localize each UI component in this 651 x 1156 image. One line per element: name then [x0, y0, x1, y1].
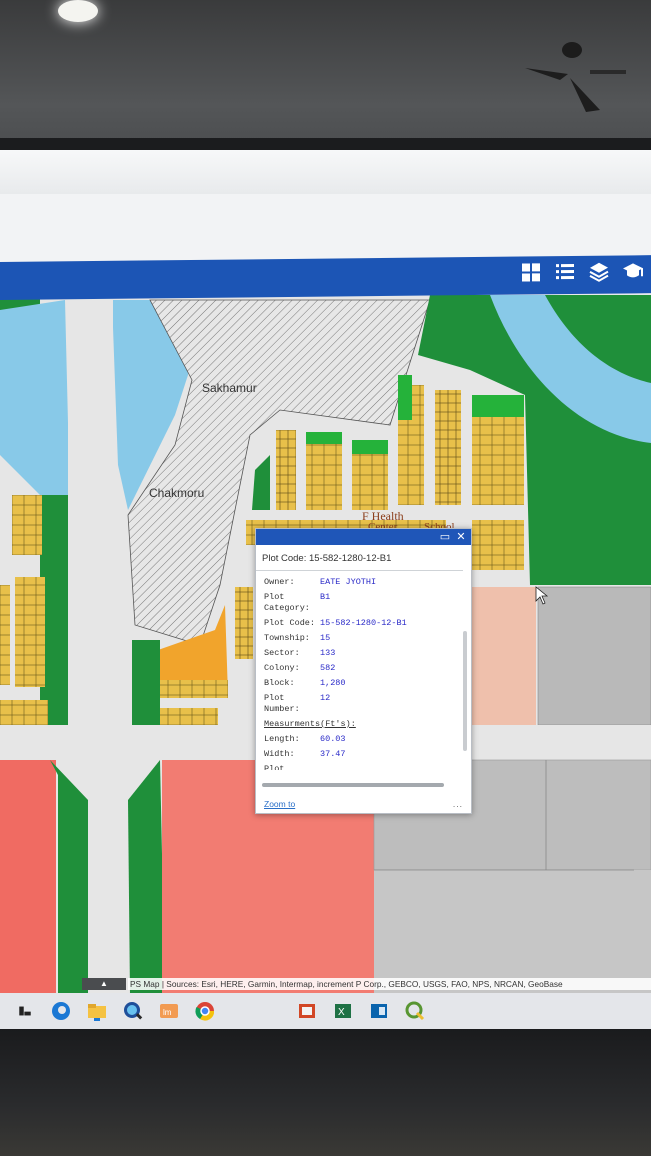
qgis-button[interactable] — [404, 1000, 426, 1022]
ceiling-fan-icon — [525, 42, 626, 112]
plot-block — [160, 680, 228, 698]
chrome-icon — [195, 1002, 215, 1021]
windows-taskbar: lm X — [0, 993, 651, 1029]
grey-zone — [374, 870, 651, 995]
maximize-icon[interactable]: ▭ — [439, 531, 451, 543]
edge-button[interactable] — [50, 1000, 72, 1022]
green-zone — [132, 640, 160, 725]
green-zone — [306, 432, 342, 444]
plot-block — [472, 520, 524, 570]
excel-button[interactable]: X — [332, 1000, 354, 1022]
popup-footer: Zoom to ... — [264, 799, 463, 809]
more-actions-button[interactable]: ... — [453, 799, 463, 809]
excel-icon: X — [335, 1004, 351, 1018]
search-globe-icon — [124, 1002, 143, 1020]
popup-field: Block: 1,280 — [264, 678, 346, 688]
measurements-heading: Measurments(Ft's): — [264, 719, 356, 729]
plot-block — [235, 587, 253, 659]
red-zone — [0, 760, 56, 995]
browser-tab-bar — [0, 150, 651, 195]
file-explorer-icon — [88, 1004, 106, 1021]
feature-popup: ▭ ✕ Plot Code: 15-582-1280-12-B1 Owner: E… — [255, 528, 472, 814]
popup-field: Colony: 582 — [264, 663, 336, 673]
app-header — [0, 255, 651, 300]
grey-zone — [537, 586, 651, 726]
mail-button[interactable]: lm — [158, 1000, 180, 1022]
svg-text:X: X — [338, 1007, 345, 1018]
list-icon — [556, 263, 574, 280]
start-button[interactable] — [14, 1000, 36, 1022]
edge-icon — [52, 1002, 70, 1020]
map-toolbar — [519, 259, 645, 284]
popup-field: Plot Number: 12 — [264, 693, 331, 714]
popup-body[interactable]: Owner: EATE JYOTHI Plot Category: B1 Plot … — [256, 571, 471, 787]
map-attribution: PS Map | Sources: Esri, HERE, Garmin, In… — [128, 978, 651, 990]
popup-field: Plot Category: B1 — [264, 592, 331, 613]
outlook-button[interactable] — [368, 1000, 390, 1022]
monitor-bezel-bottom — [0, 1029, 651, 1156]
legend-button[interactable] — [553, 260, 577, 284]
grid-icon — [522, 263, 540, 282]
green-zone — [128, 760, 165, 995]
ceiling-light — [58, 0, 98, 22]
popup-header: ▭ ✕ — [256, 529, 471, 545]
plot-block — [160, 708, 218, 726]
plot-block — [12, 495, 42, 555]
browser-address-area — [0, 194, 651, 262]
popup-field: Sector: 133 — [264, 648, 336, 658]
map-label-sakhamur: Sakhamur — [202, 381, 257, 395]
layer-list-button[interactable] — [587, 260, 611, 284]
plot-block — [435, 390, 461, 505]
green-zone — [352, 440, 388, 454]
popup-field: Plot — [264, 764, 285, 770]
popup-field: Length: 60.03 — [264, 734, 346, 744]
powerpoint-icon — [299, 1004, 315, 1018]
popup-field: Owner: EATE JYOTHI — [264, 577, 377, 587]
start-icon — [19, 1006, 31, 1016]
green-zone — [472, 395, 524, 417]
qgis-icon — [405, 1001, 425, 1021]
mail-icon: lm — [160, 1004, 178, 1018]
basemap-gallery-button[interactable] — [519, 260, 543, 284]
room-background — [0, 0, 651, 150]
svg-text:lm: lm — [163, 1008, 172, 1017]
popup-title: Plot Code: 15-582-1280-12-B1 — [256, 545, 463, 571]
salmon-zone — [470, 587, 536, 725]
layers-icon — [589, 262, 609, 282]
plot-block — [306, 435, 342, 510]
popup-scrollbar[interactable] — [463, 631, 467, 751]
close-icon[interactable]: ✕ — [455, 531, 467, 543]
green-zone — [398, 375, 412, 420]
graduation-cap-icon — [623, 263, 643, 278]
plot-block — [276, 430, 296, 510]
map-label-chakmoru: Chakmoru — [149, 486, 205, 500]
search-app-button[interactable] — [122, 1000, 144, 1022]
monitor-screen: Sakhamur Chakmoru F Health Center School… — [0, 150, 651, 995]
chrome-button[interactable] — [194, 1000, 216, 1022]
file-explorer-button[interactable] — [86, 1000, 108, 1022]
plot-block — [0, 700, 48, 725]
popup-field: Width: 37.47 — [264, 749, 346, 759]
popup-field: Township: 15 — [264, 633, 331, 643]
powerpoint-button[interactable] — [296, 1000, 318, 1022]
plot-block — [0, 585, 10, 685]
plot-block — [15, 577, 45, 687]
plot-block — [352, 450, 388, 510]
attribution-toggle[interactable]: ▲ — [82, 978, 126, 990]
popup-horizontal-scrollbar[interactable] — [262, 783, 444, 787]
plot-block — [472, 413, 524, 505]
outlook-icon — [371, 1004, 387, 1018]
about-button[interactable] — [621, 259, 645, 283]
popup-field: Plot Code: 15-582-1280-12-B1 — [264, 618, 407, 628]
zoom-to-link[interactable]: Zoom to — [264, 799, 295, 809]
